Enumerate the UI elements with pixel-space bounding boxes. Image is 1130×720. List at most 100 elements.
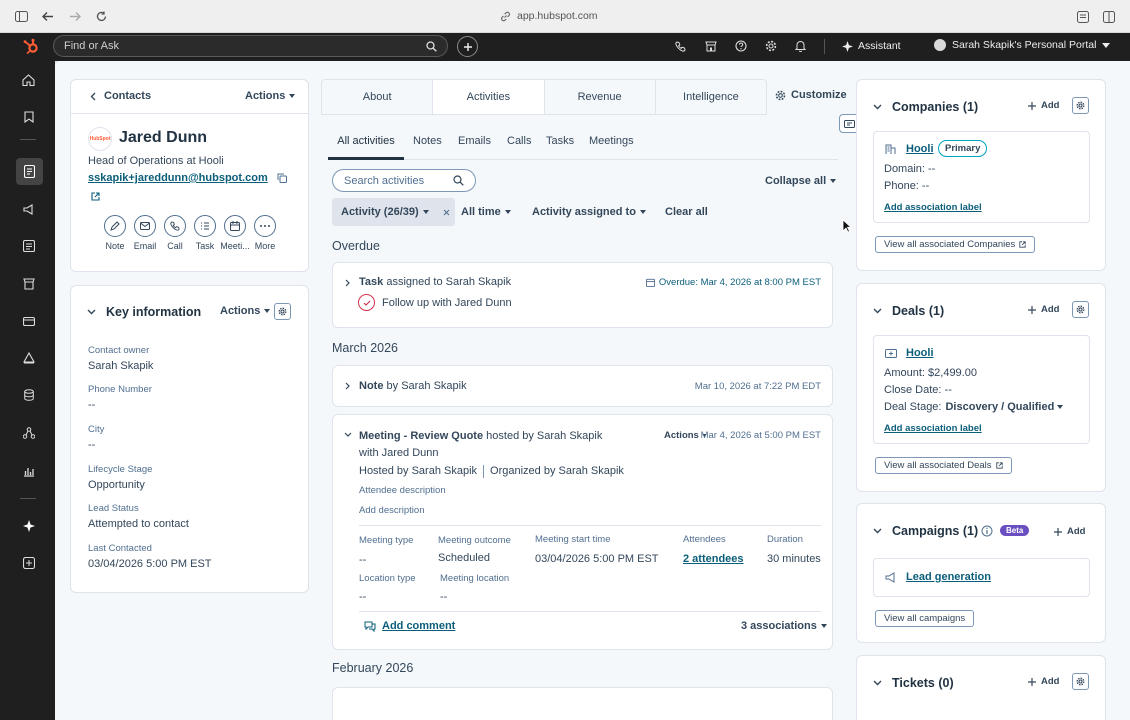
key-info-toggle[interactable]: Key information bbox=[87, 305, 201, 319]
field-lifecycle-stage[interactable]: Lifecycle Stage Opportunity bbox=[88, 464, 152, 491]
assigned-filter[interactable]: Activity assigned to bbox=[532, 206, 646, 218]
deal-add-association-label[interactable]: Add association label bbox=[884, 423, 982, 434]
nav-partners-icon[interactable] bbox=[23, 427, 35, 439]
nav-service-icon[interactable] bbox=[23, 315, 35, 327]
hubspot-logo-icon[interactable] bbox=[22, 38, 40, 56]
company-association-card[interactable]: Hooli Primary Domain: -- Phone: -- Add a… bbox=[873, 131, 1090, 223]
tab-intelligence[interactable]: Intelligence bbox=[656, 80, 766, 114]
note-action[interactable] bbox=[104, 215, 126, 237]
chevron-right-icon[interactable] bbox=[345, 382, 350, 390]
deal-name-link[interactable]: Hooli bbox=[906, 347, 934, 359]
nav-home-icon[interactable] bbox=[22, 74, 35, 86]
contacts-back-link[interactable]: Contacts bbox=[90, 90, 151, 102]
deals-add-button[interactable]: Add bbox=[1028, 304, 1059, 315]
task-action[interactable] bbox=[194, 215, 216, 237]
location-type-field[interactable]: Location type -- bbox=[359, 573, 416, 603]
more-action[interactable] bbox=[254, 215, 276, 237]
deals-settings-button[interactable] bbox=[1072, 301, 1089, 318]
activity-search-input[interactable]: Search activities bbox=[332, 169, 476, 192]
share-icon[interactable] bbox=[1077, 11, 1089, 23]
activity-type-filter[interactable]: Activity (26/39) bbox=[332, 198, 455, 226]
sidebar-toggle-icon[interactable] bbox=[15, 11, 28, 22]
deals-toggle[interactable]: Deals (1) bbox=[873, 304, 944, 318]
subtab-all-activities[interactable]: All activities bbox=[328, 131, 404, 160]
settings-gear-icon[interactable] bbox=[765, 40, 777, 52]
nav-commerce-icon[interactable] bbox=[23, 278, 35, 290]
campaigns-toggle[interactable]: Campaigns (1) bbox=[873, 524, 978, 538]
notifications-bell-icon[interactable] bbox=[795, 40, 806, 52]
tickets-add-button[interactable]: Add bbox=[1028, 676, 1059, 687]
help-icon[interactable] bbox=[735, 40, 747, 52]
subtab-notes[interactable]: Notes bbox=[413, 135, 442, 147]
portal-switcher[interactable]: Sarah Skapik's Personal Portal bbox=[934, 39, 1111, 51]
back-icon[interactable] bbox=[42, 11, 54, 22]
tickets-settings-button[interactable] bbox=[1072, 673, 1089, 690]
info-icon[interactable] bbox=[981, 525, 993, 537]
forward-icon[interactable] bbox=[69, 11, 81, 22]
subtab-calls[interactable]: Calls bbox=[507, 135, 531, 147]
time-filter[interactable]: All time bbox=[461, 206, 511, 218]
view-all-campaigns-button[interactable]: View all campaigns bbox=[875, 610, 975, 627]
attendees-field[interactable]: Attendees 2 attendees bbox=[683, 534, 744, 565]
meeting-location-field[interactable]: Meeting location -- bbox=[440, 573, 509, 603]
nav-crm-icon[interactable] bbox=[16, 158, 43, 185]
nav-apps-icon[interactable] bbox=[23, 557, 35, 569]
clear-all-button[interactable]: Clear all bbox=[665, 206, 708, 218]
companies-add-button[interactable]: Add bbox=[1028, 100, 1059, 111]
note-activity-card[interactable]: Note by Sarah Skapik Mar 10, 2026 at 7:2… bbox=[332, 365, 833, 407]
field-last-contacted[interactable]: Last Contacted 03/04/2026 5:00 PM EST bbox=[88, 543, 212, 570]
field-city[interactable]: City -- bbox=[88, 424, 104, 451]
create-new-button[interactable] bbox=[457, 36, 478, 57]
companies-toggle[interactable]: Companies (1) bbox=[873, 100, 978, 114]
tab-activities[interactable]: Activities bbox=[433, 80, 545, 114]
subtab-meetings[interactable]: Meetings bbox=[589, 135, 634, 147]
view-all-deals-button[interactable]: View all associated Deals bbox=[875, 457, 1012, 474]
tab-revenue[interactable]: Revenue bbox=[545, 80, 656, 114]
company-add-association-label[interactable]: Add association label bbox=[884, 202, 982, 213]
meeting-outcome-field[interactable]: Meeting outcome Scheduled bbox=[438, 535, 511, 564]
key-info-settings-button[interactable] bbox=[274, 303, 291, 320]
meeting-type-field[interactable]: Meeting type -- bbox=[359, 535, 413, 566]
campaign-name-link[interactable]: Lead generation bbox=[906, 571, 991, 583]
task-complete-checkbox[interactable] bbox=[358, 294, 375, 311]
nav-breeze-icon[interactable] bbox=[23, 520, 35, 532]
nav-content-icon[interactable] bbox=[23, 240, 35, 252]
call-action[interactable] bbox=[164, 215, 186, 237]
clear-filter-x-icon[interactable] bbox=[443, 209, 450, 216]
field-phone-number[interactable]: Phone Number -- bbox=[88, 384, 152, 411]
reload-icon[interactable] bbox=[96, 11, 107, 22]
marketplace-icon[interactable] bbox=[705, 41, 717, 52]
nav-bookmarks-icon[interactable] bbox=[24, 111, 34, 123]
company-name-link[interactable]: Hooli bbox=[906, 143, 934, 155]
nav-reporting-icon[interactable] bbox=[23, 465, 35, 477]
companies-settings-button[interactable] bbox=[1072, 97, 1089, 114]
key-info-actions-dropdown[interactable]: Actions bbox=[220, 305, 271, 317]
subtab-tasks[interactable]: Tasks bbox=[546, 135, 574, 147]
nav-marketing-icon[interactable] bbox=[23, 204, 35, 215]
meeting-start-time-field[interactable]: Meeting start time 03/04/2026 5:00 PM ES… bbox=[535, 534, 659, 565]
view-all-companies-button[interactable]: View all associated Companies bbox=[875, 236, 1036, 253]
task-activity-card[interactable]: Task assigned to Sarah Skapik Overdue: M… bbox=[332, 262, 833, 328]
subtab-emails[interactable]: Emails bbox=[458, 135, 491, 147]
collapse-all-dropdown[interactable]: Collapse all bbox=[765, 175, 837, 187]
deal-stage-dropdown[interactable]: Discovery / Qualified bbox=[945, 401, 1064, 413]
tab-about[interactable]: About bbox=[322, 80, 434, 114]
field-contact-owner[interactable]: Contact owner Sarah Skapik bbox=[88, 345, 153, 372]
campaigns-add-button[interactable]: Add bbox=[1054, 526, 1085, 537]
meeting-activity-card[interactable]: Meeting - Review Quote hosted by Sarah S… bbox=[332, 414, 833, 650]
email-action[interactable] bbox=[134, 215, 156, 237]
deal-association-card[interactable]: Hooli Amount: $2,499.00 Close Date: -- D… bbox=[873, 335, 1090, 444]
address-bar[interactable]: app.hubspot.com bbox=[500, 10, 598, 22]
task-description[interactable]: Follow up with Jared Dunn bbox=[382, 297, 512, 309]
nav-data-icon[interactable] bbox=[24, 389, 34, 401]
tickets-toggle[interactable]: Tickets (0) bbox=[873, 676, 954, 690]
copy-email-icon[interactable] bbox=[277, 173, 287, 183]
split-view-icon[interactable] bbox=[1103, 11, 1115, 23]
assistant-button[interactable]: Assistant bbox=[842, 40, 901, 52]
field-lead-status[interactable]: Lead Status Attempted to contact bbox=[88, 503, 189, 530]
meeting-action[interactable] bbox=[224, 215, 246, 237]
attendees-link[interactable]: 2 attendees bbox=[683, 553, 744, 565]
calling-icon[interactable] bbox=[675, 41, 686, 52]
contact-actions-dropdown[interactable]: Actions bbox=[245, 90, 296, 102]
contact-email-link[interactable]: sskapik+jareddunn@hubspot.com bbox=[88, 172, 268, 184]
